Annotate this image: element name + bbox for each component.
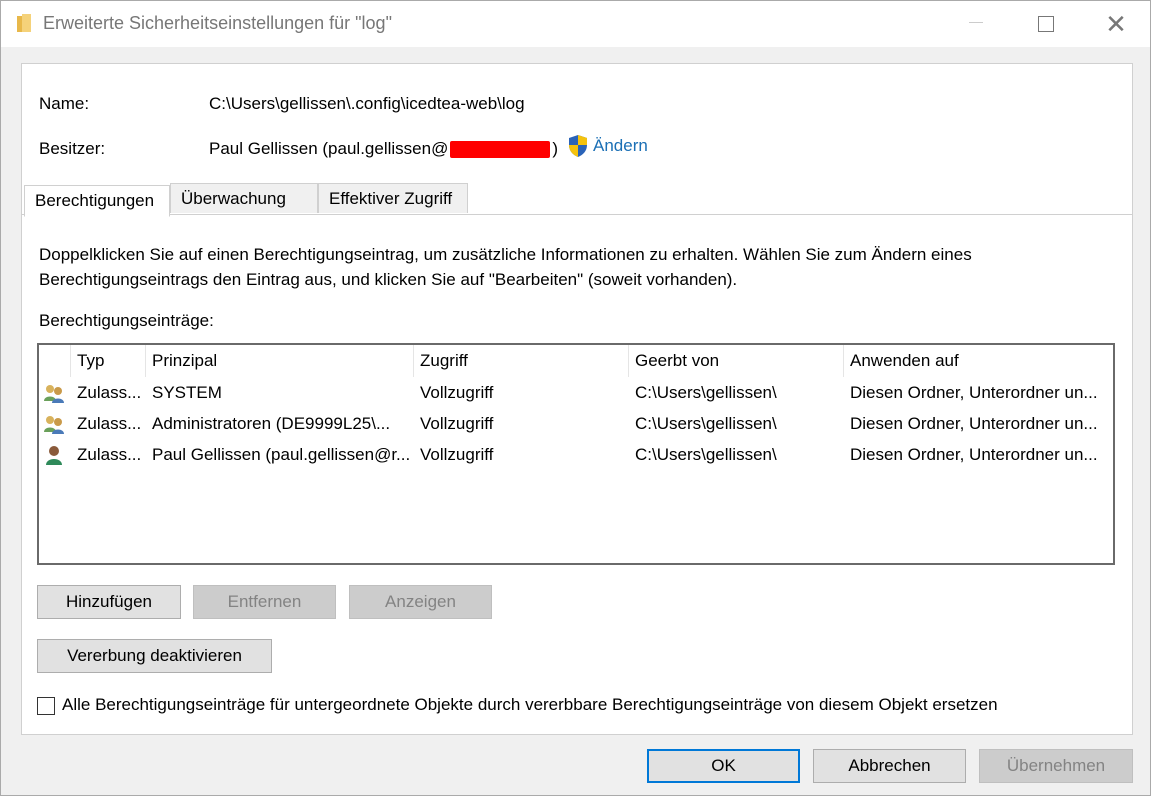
cell-inherited-from: C:\Users\gellissen\ xyxy=(635,383,777,402)
tab-strip: Berechtigungen Überwachung Effektiver Zu… xyxy=(22,183,1132,217)
add-button[interactable]: Hinzufügen xyxy=(37,585,181,619)
row-icon-cell xyxy=(39,377,71,408)
cell-access: Vollzugriff xyxy=(420,383,494,402)
owner-label: Besitzer: xyxy=(39,139,106,158)
close-icon: ✕ xyxy=(1105,8,1127,39)
cell-applies-to: Diesen Ordner, Unterordner un... xyxy=(850,383,1098,402)
owner-value: Paul Gellissen (paul.gellissen@ ) xyxy=(209,139,558,159)
row-icon-cell xyxy=(39,408,71,439)
cell-access: Vollzugriff xyxy=(420,414,494,433)
cell-type: Zulass... xyxy=(77,383,142,402)
name-label: Name: xyxy=(39,94,90,113)
permission-entries-list[interactable]: Typ Prinzipal Zugriff Geerbt von Anwende… xyxy=(37,343,1115,565)
tab-permissions[interactable]: Berechtigungen xyxy=(24,185,170,217)
single-user-icon xyxy=(46,446,62,465)
column-header-access[interactable]: Zugriff xyxy=(414,345,629,377)
cell-access: Vollzugriff xyxy=(420,445,494,464)
replace-child-permissions-checkbox[interactable] xyxy=(37,697,55,715)
uac-shield-icon xyxy=(569,135,587,157)
table-row[interactable]: Zulass... Paul Gellissen (paul.gellissen… xyxy=(39,439,1113,470)
minimize-button[interactable] xyxy=(941,1,1011,47)
remove-button[interactable]: Entfernen xyxy=(193,585,336,619)
cell-type: Zulass... xyxy=(77,445,142,464)
cell-inherited-from: C:\Users\gellissen\ xyxy=(635,445,777,464)
replace-child-permissions-label[interactable]: Alle Berechtigungseinträge für untergeor… xyxy=(62,695,998,715)
view-button[interactable]: Anzeigen xyxy=(349,585,492,619)
cell-type: Zulass... xyxy=(77,414,142,433)
tab-auditing[interactable]: Überwachung xyxy=(170,183,318,213)
cell-applies-to: Diesen Ordner, Unterordner un... xyxy=(850,445,1098,464)
main-panel: Name: C:\Users\gellissen\.config\icedtea… xyxy=(21,63,1133,735)
disable-inheritance-button[interactable]: Vererbung deaktivieren xyxy=(37,639,272,673)
folder-icon xyxy=(17,14,31,32)
name-value: C:\Users\gellissen\.config\icedtea-web\l… xyxy=(209,94,525,113)
owner-value-prefix: Paul Gellissen (paul.gellissen@ xyxy=(209,139,449,158)
cancel-button[interactable]: Abbrechen xyxy=(813,749,966,783)
column-header-inherited-from[interactable]: Geerbt von xyxy=(629,345,844,377)
cell-principal: SYSTEM xyxy=(152,383,222,402)
change-owner-link[interactable]: Ändern xyxy=(567,134,648,158)
permission-entries-label: Berechtigungseinträge: xyxy=(39,311,214,330)
title-bar[interactable]: Erweiterte Sicherheitseinstellungen für … xyxy=(1,1,1150,47)
redaction-mark xyxy=(450,140,551,158)
table-row[interactable]: Zulass... Administratoren (DE9999L25\...… xyxy=(39,408,1113,439)
maximize-button[interactable] xyxy=(1011,1,1081,47)
owner-value-suffix: ) xyxy=(552,139,558,158)
window-title: Erweiterte Sicherheitseinstellungen für … xyxy=(43,13,392,33)
group-users-icon xyxy=(44,385,64,403)
minimize-icon xyxy=(969,21,983,23)
cell-applies-to: Diesen Ordner, Unterordner un... xyxy=(850,414,1098,433)
cell-inherited-from: C:\Users\gellissen\ xyxy=(635,414,777,433)
column-header-type[interactable]: Typ xyxy=(71,345,146,377)
column-header-principal[interactable]: Prinzipal xyxy=(146,345,414,377)
tab-effective-access[interactable]: Effektiver Zugriff xyxy=(318,183,468,213)
column-header-applies-to[interactable]: Anwenden auf xyxy=(844,345,1113,377)
close-button[interactable]: ✕ xyxy=(1081,1,1151,47)
group-users-icon xyxy=(44,416,64,434)
change-owner-label: Ändern xyxy=(593,136,648,155)
ok-button[interactable]: OK xyxy=(647,749,800,783)
maximize-icon xyxy=(1038,16,1054,32)
info-text: Doppelklicken Sie auf einen Berechtigung… xyxy=(39,245,972,289)
security-settings-dialog: Erweiterte Sicherheitseinstellungen für … xyxy=(0,0,1151,796)
apply-button[interactable]: Übernehmen xyxy=(979,749,1133,783)
list-header: Typ Prinzipal Zugriff Geerbt von Anwende… xyxy=(39,345,1113,377)
column-header-icon[interactable] xyxy=(39,345,71,377)
table-row[interactable]: Zulass... SYSTEM Vollzugriff C:\Users\ge… xyxy=(39,377,1113,408)
cell-principal: Administratoren (DE9999L25\... xyxy=(152,414,391,433)
row-icon-cell xyxy=(39,439,71,470)
cell-principal: Paul Gellissen (paul.gellissen@r... xyxy=(152,445,411,464)
